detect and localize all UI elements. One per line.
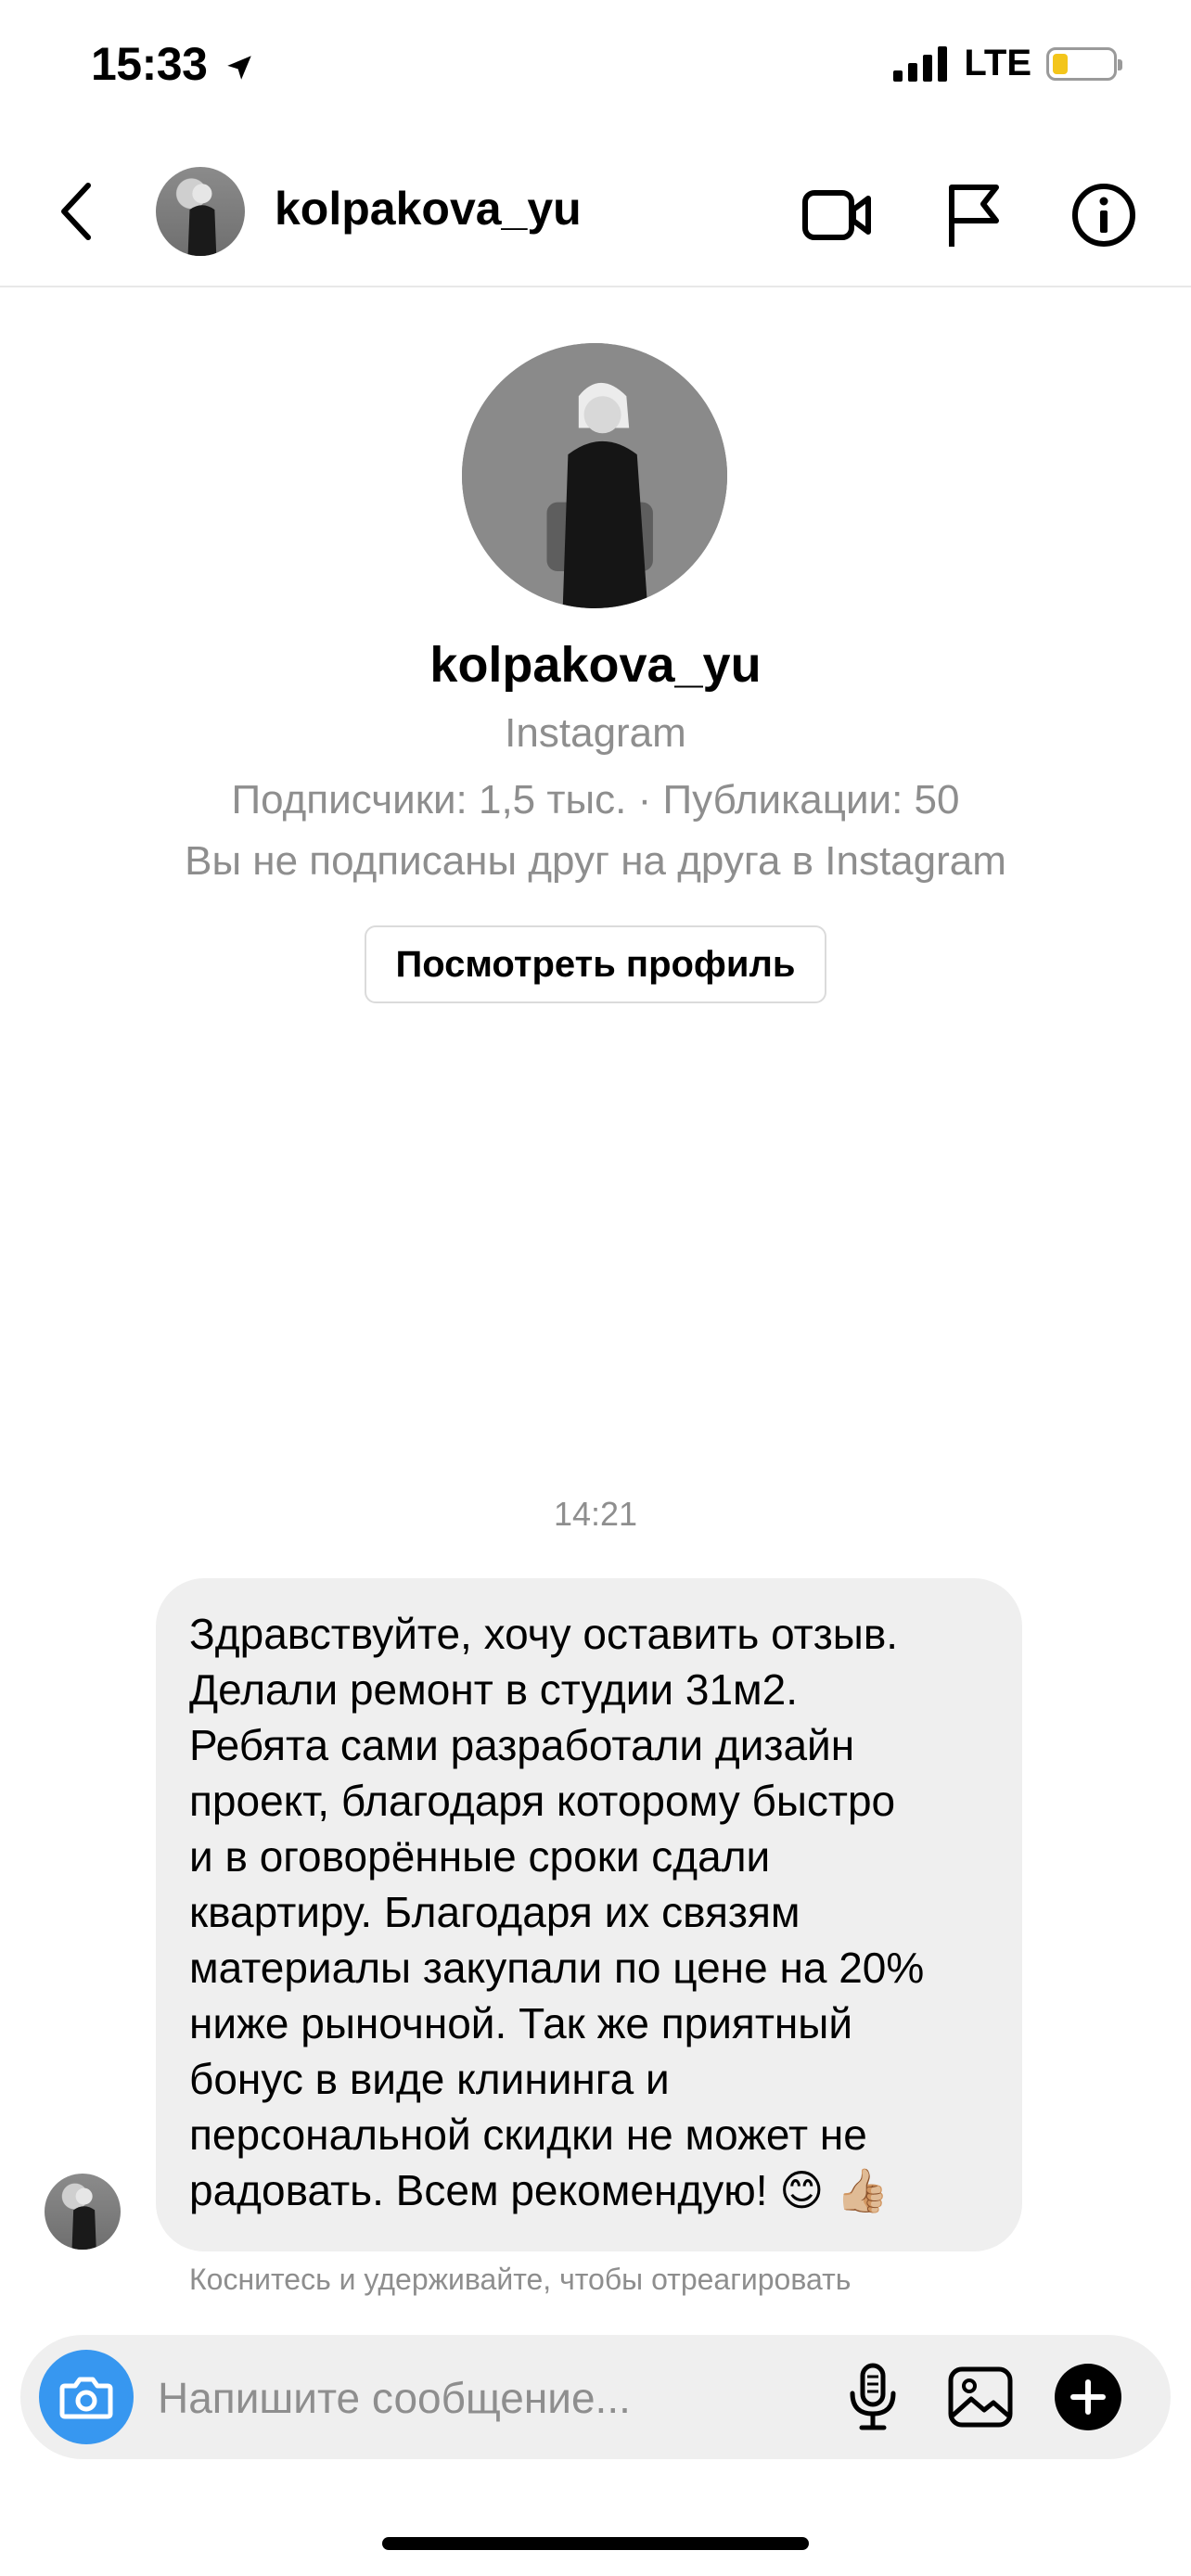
header-username[interactable]: kolpakova_yu <box>275 182 582 236</box>
status-time: 15:33 <box>91 37 255 91</box>
message-timestamp: 14:21 <box>553 1495 638 1533</box>
gallery-icon <box>948 2366 1013 2428</box>
view-profile-button[interactable]: Посмотреть профиль <box>365 925 826 1003</box>
message-line: Здравствуйте, хочу оставить отзыв. <box>189 1610 899 1658</box>
voice-message-button[interactable] <box>837 2361 909 2433</box>
home-indicator[interactable] <box>382 2537 809 2550</box>
back-button[interactable] <box>54 176 100 247</box>
signal-icon <box>893 45 948 82</box>
profile-platform: Instagram <box>505 710 686 756</box>
avatar-figure <box>187 184 217 256</box>
message-line: радовать. Всем рекомендую! 😊 👍🏼 <box>189 2166 890 2214</box>
follow-status: Вы не подписаны друг на друга в Instagra… <box>185 838 1006 884</box>
camera-button[interactable] <box>39 2350 134 2444</box>
message-bubble[interactable]: Здравствуйте, хочу оставить отзыв. Делал… <box>156 1578 1022 2251</box>
reaction-hint: Коснитесь и удерживайте, чтобы отреагиро… <box>189 2263 852 2296</box>
chat-header: kolpakova_yu <box>0 139 1191 287</box>
message-input[interactable] <box>156 2363 809 2433</box>
plus-icon <box>1055 2364 1121 2430</box>
info-button[interactable] <box>1069 180 1139 250</box>
message-line: персональной скидки не может не <box>189 2111 867 2159</box>
message-line: Делали ремонт в студии 31м2. <box>189 1665 799 1714</box>
location-arrow-icon <box>227 56 251 80</box>
message-line: ниже рыночной. Так же приятный <box>189 1999 853 2047</box>
battery-nub <box>1118 58 1122 70</box>
message-line: бонус в виде клининга и <box>189 2055 670 2103</box>
gallery-button[interactable] <box>944 2361 1017 2433</box>
profile-avatar[interactable] <box>462 343 727 608</box>
message-line: и в оговорённые сроки сдали <box>189 1832 771 1881</box>
message-composer <box>20 2335 1171 2459</box>
battery-level <box>1053 53 1068 74</box>
battery-icon <box>1046 46 1122 81</box>
more-options-button[interactable] <box>1052 2361 1124 2433</box>
sender-avatar[interactable] <box>45 2174 121 2250</box>
profile-stats: Подписчики: 1,5 тыс. · Публикации: 50 <box>231 777 960 823</box>
status-indicators: LTE <box>893 43 1122 84</box>
status-time-text: 15:33 <box>91 38 208 90</box>
video-call-icon <box>802 190 871 240</box>
info-icon <box>1072 184 1135 247</box>
message-line: квартиру. Благодаря их связям <box>189 1888 800 1936</box>
profile-username: kolpakova_yu <box>429 637 762 693</box>
header-avatar[interactable] <box>156 167 245 256</box>
video-call-button[interactable] <box>801 180 872 250</box>
sender-avatar-figure <box>71 2187 96 2250</box>
network-type: LTE <box>964 43 1031 83</box>
report-button[interactable] <box>937 180 1007 250</box>
message-line: Ребята сами разработали дизайн <box>189 1721 855 1769</box>
back-chevron-icon <box>61 183 91 240</box>
profile-avatar-figure <box>462 343 727 608</box>
message-line: проект, благодаря которому быстро <box>189 1777 896 1825</box>
flag-icon <box>949 185 999 247</box>
microphone-icon <box>850 2363 896 2430</box>
message-line: материалы закупали по цене на 20% <box>189 1944 925 1992</box>
camera-icon <box>59 2377 113 2419</box>
